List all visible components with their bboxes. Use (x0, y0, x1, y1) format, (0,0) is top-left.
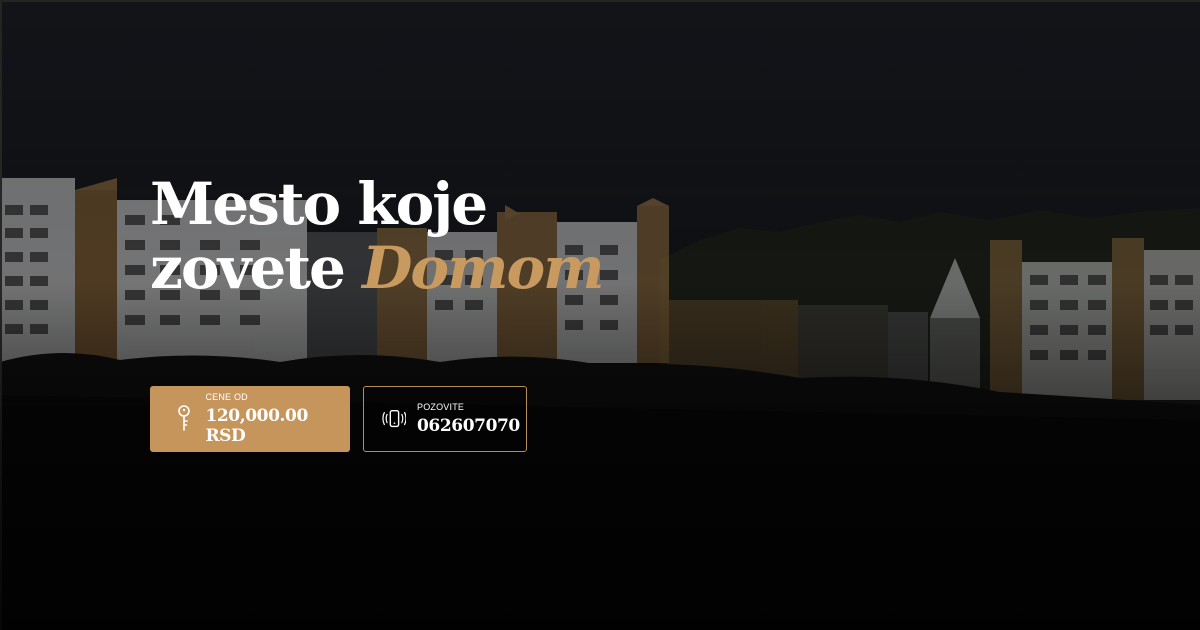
hero-title-accent: Domom (362, 234, 604, 302)
hero-title-line1: Mesto koje (150, 170, 488, 238)
price-button-text: CENE OD 120,000.00 RSD (205, 392, 350, 446)
price-label: CENE OD (205, 392, 248, 402)
call-value: 062607070 (417, 416, 520, 436)
key-icon (172, 404, 195, 434)
phone-vibrate-icon (382, 404, 406, 434)
hero-section: Mesto koje zovete Domom CENE OD 120,000.… (0, 0, 1200, 630)
price-button[interactable]: CENE OD 120,000.00 RSD (150, 386, 350, 452)
hero-title: Mesto koje zovete Domom (150, 170, 605, 302)
price-value: 120,000.00 RSD (205, 406, 308, 446)
hero-title-line2: zovete Domom (150, 234, 605, 302)
background-overlay (0, 0, 1200, 630)
hero-title-line2-text: zovete (150, 234, 346, 302)
call-button[interactable]: POZOVITE 062607070 (363, 386, 527, 452)
call-button-text: POZOVITE 062607070 (417, 402, 520, 436)
call-label: POZOVITE (417, 402, 465, 412)
